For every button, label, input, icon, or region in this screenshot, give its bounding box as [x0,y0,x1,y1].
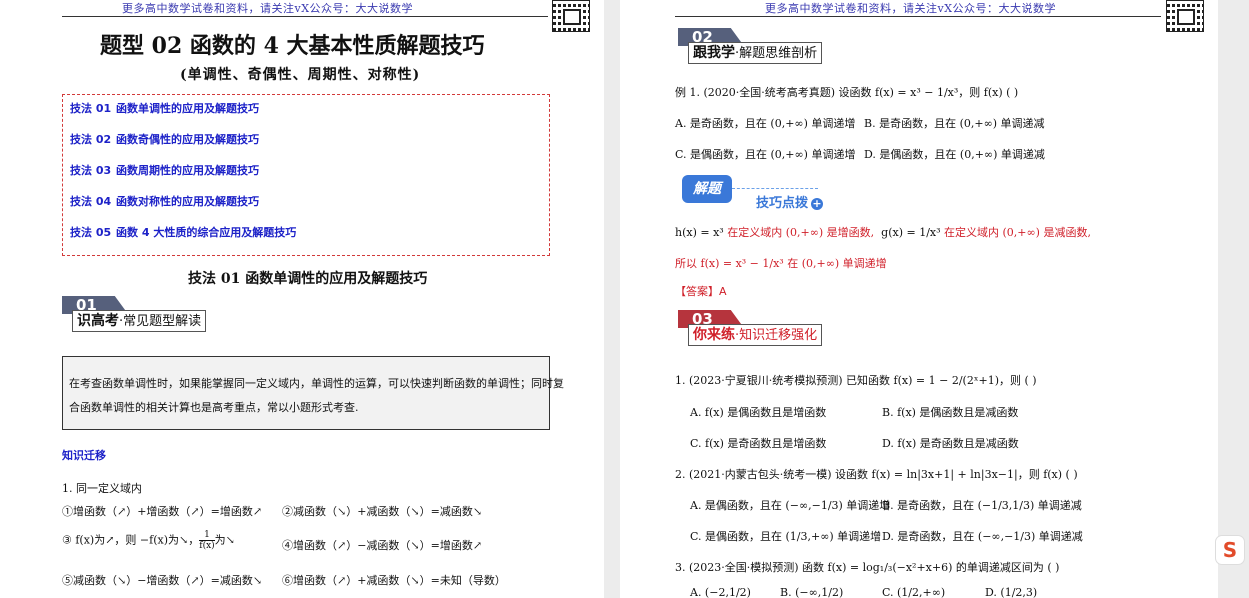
header-text: 更多高中数学试卷和资料，请关注vX公众号：大大说数学 [122,2,414,15]
plus-icon: + [811,197,824,210]
option-b: B. (−∞,1/2) [780,586,844,598]
answer: 【答案】A [675,285,727,298]
solution-line: 所以 f(x) = x³ − 1/x³ 在 (0,+∞) 单调递增 [675,257,887,270]
rule-text: ④增函数（↗）−减函数（↘）=增函数↗ [282,539,483,552]
option-c: C. (1/2,+∞) [882,586,946,598]
solution-line: h(x) = x³ 在定义域内 (0,+∞) 是增函数, g(x) = 1/x³… [675,226,1091,239]
option-a: A. 是奇函数，且在 (0,+∞) 单调递增 [675,117,856,130]
toc-item[interactable]: 技法 03 函数周期性的应用及解题技巧 [70,162,259,178]
exercise-question: 1. (2023·宁夏银川·统考模拟预测) 已知函数 f(x) = 1 − 2/… [675,374,1037,387]
toc-item[interactable]: 技法 02 函数奇偶性的应用及解题技巧 [70,131,259,147]
toc-item[interactable]: 技法 01 函数单调性的应用及解题技巧 [70,100,259,116]
option-c: C. 是偶函数，且在 (0,+∞) 单调递增 [675,148,856,161]
exercise-question: 2. (2021·内蒙古包头·统考一模) 设函数 f(x) = ln|3x+1|… [675,468,1078,481]
right-page: 更多高中数学试卷和资料，请关注vX公众号：大大说数学 02 跟我学·解题思维剖析… [620,0,1218,598]
option-b: B. f(x) 是偶函数且是减函数 [882,406,1019,419]
rule-text: ③ f(x)为↗，则 −f(x)为↘， 1 f(x) 为↘ [62,530,235,551]
app-logo-icon[interactable]: S [1215,535,1245,565]
option-d: D. 是奇函数，且在 (−∞,−1/3) 单调递减 [882,530,1083,543]
section-badge-03: 03 你来练·知识迁移强化 [678,310,853,352]
option-a: A. f(x) 是偶函数且是增函数 [690,406,827,419]
badge-label: 跟我学·解题思维剖析 [688,42,823,64]
rule-text: ①增函数（↗）+增函数（↗）=增函数↗ [62,505,263,518]
section-badge-02: 02 跟我学·解题思维剖析 [678,28,853,70]
divider [732,188,818,189]
option-d: D. f(x) 是奇函数且是减函数 [882,437,1019,450]
toc-item[interactable]: 技法 05 函数 4 大性质的综合应用及解题技巧 [70,224,296,240]
option-c: C. f(x) 是奇函数且是增函数 [690,437,827,450]
qr-code-icon [552,0,590,32]
toc-box: 技法 01 函数单调性的应用及解题技巧 技法 02 函数奇偶性的应用及解题技巧 技法… [62,94,550,256]
badge-label: 你来练·知识迁移强化 [688,324,823,346]
left-page: 更多高中数学试卷和资料，请关注vX公众号：大大说数学 题型 02 函数的 4 大… [0,0,604,598]
rule-text: ②减函数（↘）+减函数（↘）=减函数↘ [282,505,483,518]
section-title: 技法 01 函数单调性的应用及解题技巧 [188,271,428,287]
option-a: A. 是偶函数，且在 (−∞,−1/3) 单调递增 [690,499,891,512]
rule-text: ⑥增函数（↗）+减函数（↘）=未知（导数） [282,574,506,587]
intro-text-line: 在考查函数单调性时，如果能掌握同一定义域内，单调性的运算，可以快速判断函数的单调… [69,377,564,390]
knowledge-item: 1. 同一定义域内 [62,482,142,495]
intro-box: 在考查函数单调性时，如果能掌握同一定义域内，单调性的运算，可以快速判断函数的单调… [62,356,564,430]
page-header: 更多高中数学试卷和资料，请关注vX公众号：大大说数学 [62,0,548,17]
option-d: D. (1/2,3) [985,586,1038,598]
badge-label: 识高考·常见题型解读 [72,310,207,332]
section-badge-01: 01 识高考·常见题型解读 [62,296,232,336]
toc-item[interactable]: 技法 04 函数对称性的应用及解题技巧 [70,193,259,209]
exercise-question: 3. (2023·全国·模拟预测) 函数 f(x) = log₁/₃(−x²+x… [675,561,1060,574]
solution-badge: 解题 [682,175,732,203]
option-b: B. 是奇函数，且在 (−1/3,1/3) 单调递减 [882,499,1082,512]
intro-text-line: 合函数单调性的相关计算也是高考重点，常以小题形式考查. [69,401,359,414]
page-header: 更多高中数学试卷和资料，请关注vX公众号：大大说数学 [675,0,1161,17]
rule-text: ⑤减函数（↘）−增函数（↗）=减函数↘ [62,574,263,587]
option-c: C. 是偶函数，且在 (1/3,+∞) 单调递增 [690,530,882,543]
tips-heading: 技巧点拨 + [756,196,824,211]
option-b: B. 是奇函数，且在 (0,+∞) 单调递减 [864,117,1045,130]
page-subtitle: (单调性、奇偶性、周期性、对称性) [180,67,421,83]
header-text: 更多高中数学试卷和资料，请关注vX公众号：大大说数学 [765,2,1057,15]
right-sidebar [1218,0,1249,598]
example-question: 例 1. (2020·全国·统考高考真题) 设函数 f(x) = x³ − 1/… [675,86,1019,99]
knowledge-title: 知识迁移 [62,449,106,462]
qr-code-icon [1166,0,1204,32]
option-a: A. (−2,1/2) [690,586,751,598]
page-title: 题型 02 函数的 4 大基本性质解题技巧 [100,33,485,59]
option-d: D. 是偶函数，且在 (0,+∞) 单调递减 [864,148,1045,161]
